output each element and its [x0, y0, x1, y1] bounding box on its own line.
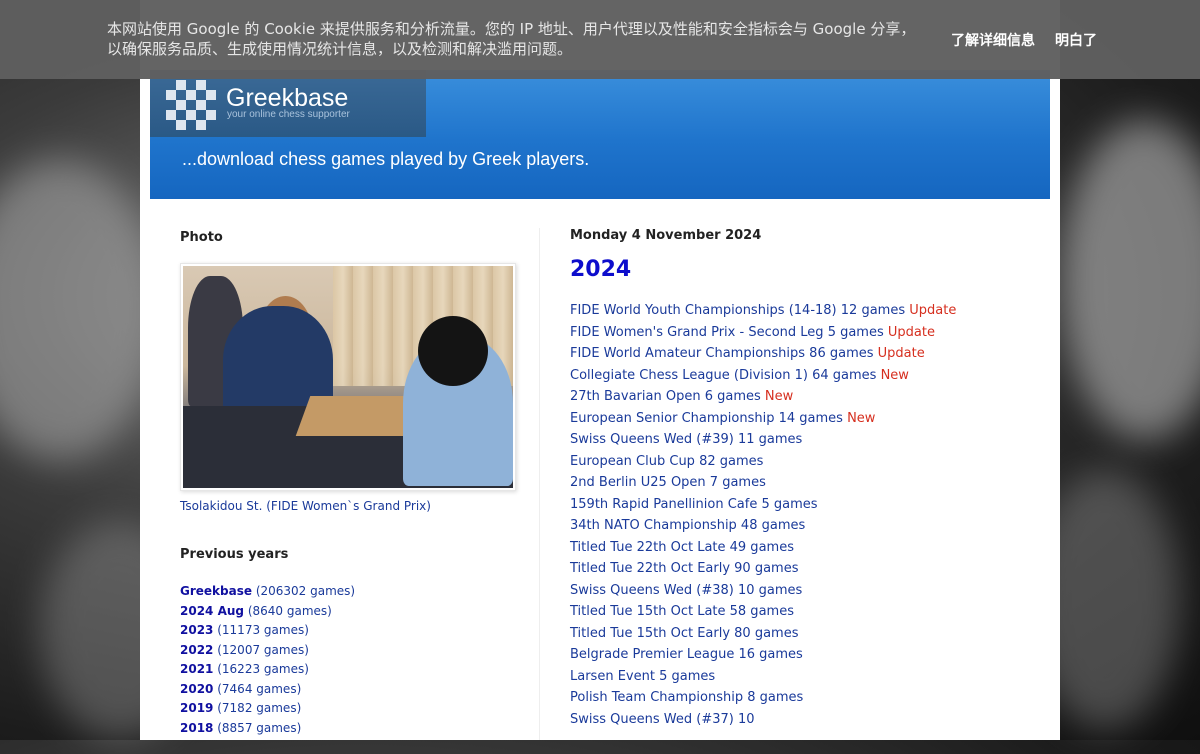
game-link[interactable]: 34th NATO Championship 48 games — [570, 518, 805, 533]
game-list-item[interactable]: Larsen Event 5 games — [570, 666, 1040, 688]
game-list-item[interactable]: 2nd Berlin U25 Open 7 games — [570, 472, 1040, 494]
year-game-count: (12007 games) — [217, 642, 309, 657]
game-link[interactable]: FIDE World Youth Championships (14-18) 1… — [570, 303, 905, 318]
game-list-item[interactable]: Titled Tue 15th Oct Late 58 games — [570, 601, 1040, 623]
game-link[interactable]: Larsen Event 5 games — [570, 669, 715, 684]
game-list-item[interactable]: European Club Cup 82 games — [570, 451, 1040, 473]
year-link[interactable]: 2021 — [180, 662, 213, 676]
game-list-item[interactable]: European Senior Championship 14 games Ne… — [570, 408, 1040, 430]
game-list-item[interactable]: Belgrade Premier League 16 games — [570, 644, 1040, 666]
game-list-item[interactable]: FIDE World Youth Championships (14-18) 1… — [570, 300, 1040, 322]
year-link-item[interactable]: 2020 (7464 games) — [180, 680, 520, 700]
background-blur — [0, 160, 160, 460]
status-badge: Update — [877, 346, 925, 361]
year-game-count: (11173 games) — [217, 623, 309, 637]
game-link[interactable]: Collegiate Chess League (Division 1) 64 … — [570, 368, 876, 383]
year-link-item[interactable]: 2024 Aug (8640 games) — [180, 602, 520, 622]
status-badge: Update — [909, 303, 957, 318]
blog-header: Greekbase your online chess supporter ..… — [150, 70, 1050, 199]
status-badge: New — [880, 367, 909, 383]
chessboard-icon — [166, 80, 216, 130]
game-link[interactable]: 27th Bavarian Open 6 games — [570, 389, 761, 404]
year-link[interactable]: 2022 — [180, 643, 213, 657]
year-game-count: (7182 games) — [217, 701, 302, 715]
games-list: FIDE World Youth Championships (14-18) 1… — [570, 300, 1040, 730]
game-link[interactable]: Belgrade Premier League 16 games — [570, 647, 803, 662]
status-badge: Update — [887, 324, 935, 340]
year-link[interactable]: 2018 — [180, 721, 213, 735]
year-link[interactable]: 2023 — [180, 623, 213, 637]
game-list-item[interactable]: Swiss Queens Wed (#37) 10 — [570, 709, 1040, 731]
sidebar: Photo Tsolakidou St. (FIDE Women`s Grand… — [180, 230, 520, 754]
game-list-item[interactable]: Polish Team Championship 8 games — [570, 687, 1040, 709]
game-link[interactable]: FIDE Women's Grand Prix - Second Leg 5 g… — [570, 325, 884, 340]
photo-frame — [180, 263, 516, 491]
game-link[interactable]: Titled Tue 15th Oct Early 80 games — [570, 626, 799, 641]
game-list-item[interactable]: 34th NATO Championship 48 games — [570, 515, 1040, 537]
post-title[interactable]: 2024 — [570, 257, 1040, 282]
game-list-item[interactable]: FIDE Women's Grand Prix - Second Leg 5 g… — [570, 322, 1040, 344]
game-link[interactable]: FIDE World Amateur Championships 86 game… — [570, 346, 874, 361]
game-list-item[interactable]: Titled Tue 22th Oct Early 90 games — [570, 558, 1040, 580]
game-list-item[interactable]: Titled Tue 22th Oct Late 49 games — [570, 537, 1040, 559]
year-link-item[interactable]: 2022 (12007 games) — [180, 641, 520, 661]
photo-widget-title: Photo — [180, 230, 223, 245]
cookie-text: 本网站使用 Google 的 Cookie 来提供服务和分析流量。您的 IP 地… — [107, 20, 916, 58]
site-logo[interactable]: Greekbase your online chess supporter — [150, 70, 426, 137]
game-list-item[interactable]: FIDE World Amateur Championships 86 game… — [570, 343, 1040, 365]
year-link-item[interactable]: 2021 (16223 games) — [180, 660, 520, 680]
page-container: Greekbase your online chess supporter ..… — [140, 0, 1060, 740]
status-badge: New — [764, 389, 794, 404]
game-link[interactable]: Titled Tue 22th Oct Late 49 games — [570, 540, 794, 555]
game-list-item[interactable]: Swiss Queens Wed (#39) 11 games — [570, 429, 1040, 451]
status-badge: New — [847, 410, 876, 426]
year-game-count: (206302 games) — [255, 584, 356, 598]
photo-caption: Tsolakidou St. (FIDE Women`s Grand Prix) — [180, 499, 431, 513]
year-link[interactable]: 2019 — [180, 701, 213, 715]
blog-tagline: ...download chess games played by Greek … — [182, 149, 590, 169]
year-link-item[interactable]: 2018 (8857 games) — [180, 719, 520, 739]
game-link[interactable]: 159th Rapid Panellinion Cafe 5 games — [570, 497, 818, 512]
game-list-item[interactable]: Swiss Queens Wed (#38) 10 games — [570, 580, 1040, 602]
learn-more-button[interactable]: 了解详细信息 — [951, 30, 1035, 50]
main-post: Monday 4 November 2024 2024 FIDE World Y… — [570, 228, 1040, 746]
game-list-item[interactable]: Collegiate Chess League (Division 1) 64 … — [570, 365, 1040, 387]
year-link[interactable]: Greekbase — [180, 584, 252, 598]
year-game-count: (7464 games) — [217, 681, 302, 696]
game-link[interactable]: Swiss Queens Wed (#37) 10 — [570, 712, 755, 727]
game-link[interactable]: European Club Cup 82 games — [570, 454, 763, 469]
game-link[interactable]: European Senior Championship 14 games — [570, 411, 843, 426]
year-game-count: (16223 games) — [217, 662, 309, 676]
game-link[interactable]: Polish Team Championship 8 games — [570, 690, 803, 705]
cookie-banner: 本网站使用 Google 的 Cookie 来提供服务和分析流量。您的 IP 地… — [0, 0, 1200, 79]
game-list-item[interactable]: 159th Rapid Panellinion Cafe 5 games — [570, 494, 1040, 516]
year-link-item[interactable]: 2019 (7182 games) — [180, 699, 520, 719]
game-list-item[interactable]: 27th Bavarian Open 6 games New — [570, 386, 1040, 408]
year-link[interactable]: 2024 Aug — [180, 604, 244, 618]
column-divider — [539, 228, 540, 740]
year-game-count: (8640 games) — [247, 603, 332, 618]
previous-years-list: Greekbase (206302 games) 2024 Aug (8640 g… — [180, 582, 520, 738]
game-link[interactable]: 2nd Berlin U25 Open 7 games — [570, 475, 766, 490]
year-link[interactable]: 2020 — [180, 682, 213, 696]
game-link[interactable]: Swiss Queens Wed (#38) 10 games — [570, 583, 802, 598]
background-blur — [1060, 120, 1200, 440]
previous-years-title: Previous years — [180, 547, 289, 562]
logo-subtitle: your online chess supporter — [227, 109, 350, 120]
accept-cookies-button[interactable]: 明白了 — [1055, 30, 1097, 50]
game-link[interactable]: Titled Tue 22th Oct Early 90 games — [570, 561, 799, 576]
chess-photo[interactable] — [183, 266, 513, 488]
game-list-item[interactable]: Titled Tue 15th Oct Early 80 games — [570, 623, 1040, 645]
year-link-item[interactable]: Greekbase (206302 games) — [180, 582, 520, 602]
game-link[interactable]: Titled Tue 15th Oct Late 58 games — [570, 604, 794, 619]
year-game-count: (8857 games) — [217, 720, 302, 735]
post-date: Monday 4 November 2024 — [570, 228, 762, 243]
game-link[interactable]: Swiss Queens Wed (#39) 11 games — [570, 432, 802, 447]
year-link-item[interactable]: 2023 (11173 games) — [180, 621, 520, 641]
